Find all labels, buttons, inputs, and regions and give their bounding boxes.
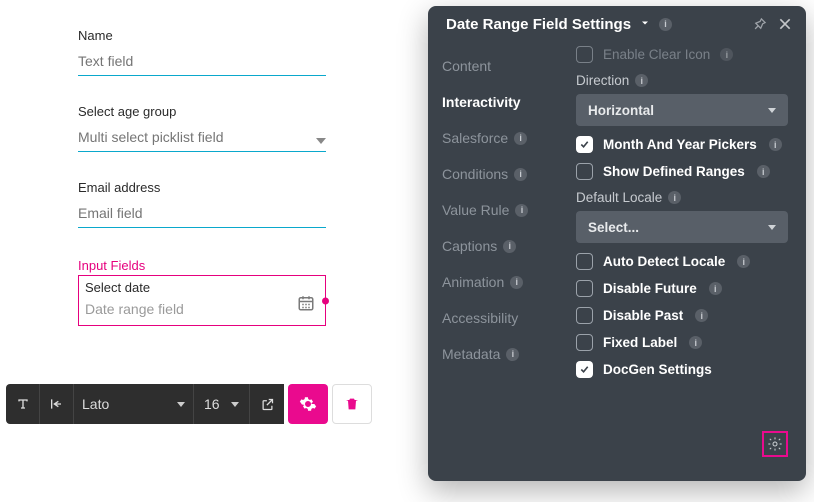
info-icon: i <box>510 276 523 289</box>
enable-clear-icon-row[interactable]: Enable Clear Icon i <box>576 46 788 63</box>
fixed-label-row[interactable]: Fixed Label i <box>576 334 788 351</box>
info-icon: i <box>769 138 782 151</box>
checkbox-unchecked[interactable] <box>576 46 593 63</box>
info-icon: i <box>514 168 527 181</box>
info-icon: i <box>503 240 516 253</box>
info-icon: i <box>709 282 722 295</box>
calendar-icon[interactable] <box>297 294 315 317</box>
input-fields-badge: Input Fields <box>78 258 430 273</box>
date-label: Select date <box>85 280 319 295</box>
info-icon: i <box>757 165 770 178</box>
info-icon: i <box>737 255 750 268</box>
resize-handle[interactable] <box>322 297 329 304</box>
delete-button[interactable] <box>332 384 372 424</box>
checkbox-unchecked[interactable] <box>576 334 593 351</box>
info-icon: i <box>695 309 708 322</box>
align-left-button[interactable] <box>40 384 74 424</box>
properties-pane: Enable Clear Icon i Directioni Horizonta… <box>568 42 806 481</box>
checkbox-unchecked[interactable] <box>576 253 593 270</box>
selected-date-field[interactable]: Select date Date range field <box>78 275 326 326</box>
pin-icon[interactable] <box>750 15 768 33</box>
direction-label: Directioni <box>576 73 788 88</box>
age-label: Select age group <box>78 104 326 119</box>
info-icon: i <box>668 191 681 204</box>
default-locale-label: Default Localei <box>576 190 788 205</box>
tab-interactivity[interactable]: Interactivity <box>442 84 568 120</box>
age-field-block: Select age group <box>78 104 326 152</box>
checkbox-checked[interactable] <box>576 361 593 378</box>
checkbox-unchecked[interactable] <box>576 280 593 297</box>
checkbox-unchecked[interactable] <box>576 307 593 324</box>
show-defined-ranges-row[interactable]: Show Defined Ranges i <box>576 163 788 180</box>
chevron-down-icon <box>231 402 239 407</box>
font-size-select[interactable]: 16 <box>194 384 250 424</box>
info-icon: i <box>635 74 648 87</box>
info-icon: i <box>506 348 519 361</box>
info-icon[interactable]: i <box>659 18 672 31</box>
panel-header: Date Range Field Settings i <box>428 6 806 42</box>
settings-tabs: Content Interactivity Salesforcei Condit… <box>428 42 568 481</box>
email-input[interactable] <box>78 201 326 228</box>
age-select[interactable] <box>78 125 326 152</box>
docgen-settings-gear-button[interactable] <box>762 431 788 457</box>
name-label: Name <box>78 28 326 43</box>
chevron-down-icon <box>768 225 776 230</box>
docgen-settings-row[interactable]: DocGen Settings <box>576 361 788 378</box>
tab-conditions[interactable]: Conditionsi <box>442 156 568 192</box>
info-icon: i <box>689 336 702 349</box>
email-field-block: Email address <box>78 180 326 228</box>
info-icon: i <box>514 132 527 145</box>
month-year-pickers-row[interactable]: Month And Year Pickers i <box>576 136 788 153</box>
default-locale-select[interactable]: Select... <box>576 211 788 243</box>
font-family-value: Lato <box>82 396 109 412</box>
tab-animation[interactable]: Animationi <box>442 264 568 300</box>
disable-future-row[interactable]: Disable Future i <box>576 280 788 297</box>
tab-value-rule[interactable]: Value Rulei <box>442 192 568 228</box>
font-family-select[interactable]: Lato <box>74 384 194 424</box>
chevron-down-icon[interactable] <box>316 138 326 144</box>
chevron-down-icon[interactable] <box>639 16 651 33</box>
close-icon[interactable] <box>776 15 794 33</box>
date-placeholder: Date range field <box>85 301 319 317</box>
chevron-down-icon <box>177 402 185 407</box>
settings-button[interactable] <box>288 384 328 424</box>
open-external-button[interactable] <box>250 384 284 424</box>
tab-content[interactable]: Content <box>442 48 568 84</box>
tab-accessibility[interactable]: Accessibility <box>442 300 568 336</box>
font-size-value: 16 <box>204 396 220 412</box>
name-input[interactable] <box>78 49 326 76</box>
text-tool-button[interactable] <box>6 384 40 424</box>
tab-salesforce[interactable]: Salesforcei <box>442 120 568 156</box>
chevron-down-icon <box>768 108 776 113</box>
formatting-toolbar: Lato 16 <box>6 384 372 424</box>
settings-panel: Date Range Field Settings i Content Inte… <box>428 6 806 481</box>
info-icon: i <box>515 204 528 217</box>
toolbar-dark-group: Lato 16 <box>6 384 284 424</box>
panel-title: Date Range Field Settings <box>446 16 631 33</box>
checkbox-checked[interactable] <box>576 136 593 153</box>
auto-detect-locale-row[interactable]: Auto Detect Locale i <box>576 253 788 270</box>
direction-select[interactable]: Horizontal <box>576 94 788 126</box>
email-label: Email address <box>78 180 326 195</box>
disable-past-row[interactable]: Disable Past i <box>576 307 788 324</box>
info-icon: i <box>720 48 733 61</box>
tab-captions[interactable]: Captionsi <box>442 228 568 264</box>
tab-metadata[interactable]: Metadatai <box>442 336 568 372</box>
form-canvas: Name Select age group Email address Inpu… <box>0 0 430 326</box>
checkbox-unchecked[interactable] <box>576 163 593 180</box>
name-field-block: Name <box>78 28 326 76</box>
